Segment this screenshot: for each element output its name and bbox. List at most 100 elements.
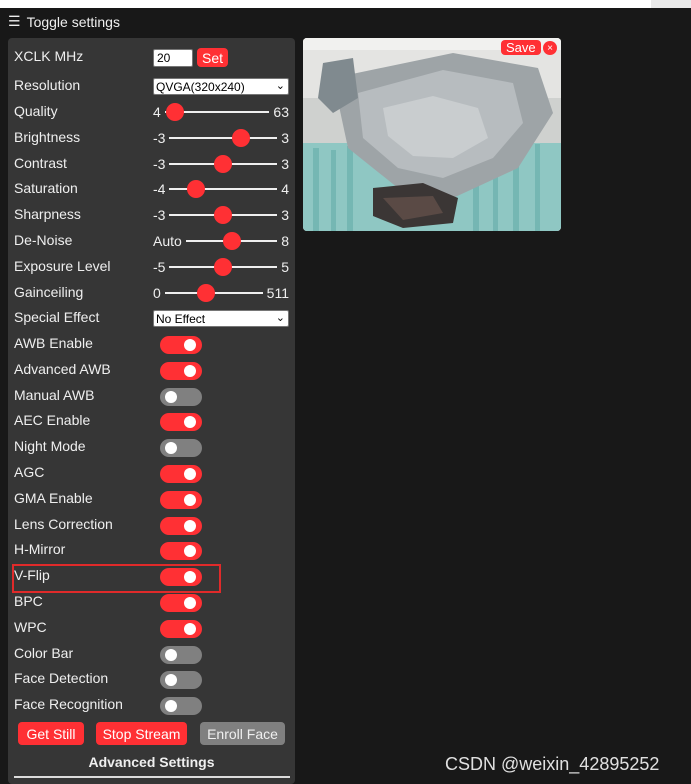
advanced-settings-title[interactable]: Advanced Settings xyxy=(8,754,295,770)
face-recognition-toggle[interactable] xyxy=(160,697,202,715)
denoise-min: Auto xyxy=(153,233,182,249)
toggle-settings-label: Toggle settings xyxy=(26,13,120,30)
special-effect-select[interactable]: No Effect ⌄ xyxy=(153,310,289,327)
brightness-row: Brightness -3 3 xyxy=(14,127,289,149)
night-mode-toggle[interactable] xyxy=(160,439,202,457)
color-bar-row: Color Bar xyxy=(14,643,289,665)
toggle-knob xyxy=(184,520,196,532)
settings-panel: XCLK MHz 20 Set Resolution QVGA(320x240)… xyxy=(8,38,295,784)
saturation-slider[interactable]: -4 4 xyxy=(153,180,289,198)
chevron-down-icon: ⌄ xyxy=(275,80,285,92)
face-detection-toggle[interactable] xyxy=(160,671,202,689)
manual-awb-row: Manual AWB xyxy=(14,385,289,407)
color-bar-toggle[interactable] xyxy=(160,646,202,664)
agc-toggle[interactable] xyxy=(160,465,202,483)
exposure-thumb[interactable] xyxy=(214,258,233,276)
quality-thumb[interactable] xyxy=(166,103,185,121)
sharpness-thumb[interactable] xyxy=(214,206,233,224)
manual-awb-toggle[interactable] xyxy=(160,388,202,406)
exposure-slider[interactable]: -5 5 xyxy=(153,258,289,276)
xclk-input[interactable]: 20 xyxy=(153,49,193,67)
toggle-knob xyxy=(184,597,196,609)
saturation-track[interactable] xyxy=(169,180,278,198)
aec-row: AEC Enable xyxy=(14,410,289,432)
contrast-slider[interactable]: -3 3 xyxy=(153,155,289,173)
sharpness-track[interactable] xyxy=(169,206,278,224)
sharpness-max: 3 xyxy=(281,207,289,223)
gma-toggle[interactable] xyxy=(160,491,202,509)
wpc-toggle[interactable] xyxy=(160,620,202,638)
v-flip-row: V-Flip xyxy=(14,565,289,587)
contrast-track[interactable] xyxy=(169,155,278,173)
bpc-toggle[interactable] xyxy=(160,594,202,612)
bpc-row: BPC xyxy=(14,591,289,613)
quality-label: Quality xyxy=(14,103,58,119)
resolution-select[interactable]: QVGA(320x240) ⌄ xyxy=(153,78,289,95)
aec-toggle[interactable] xyxy=(160,413,202,431)
gainceiling-slider[interactable]: 0 511 xyxy=(153,284,289,302)
night-mode-row: Night Mode xyxy=(14,436,289,458)
denoise-row: De-Noise Auto 8 xyxy=(14,230,289,252)
close-icon[interactable]: × xyxy=(543,41,557,55)
wpc-row: WPC xyxy=(14,617,289,639)
stop-stream-button[interactable]: Stop Stream xyxy=(96,722,187,745)
sharpness-min: -3 xyxy=(153,207,166,223)
brightness-min: -3 xyxy=(153,130,166,146)
brightness-max: 3 xyxy=(281,130,289,146)
face-detection-row: Face Detection xyxy=(14,668,289,690)
brightness-track[interactable] xyxy=(169,129,278,147)
gainceiling-thumb[interactable] xyxy=(196,284,215,302)
hamburger-icon[interactable]: ☰ xyxy=(8,13,21,30)
advanced-awb-toggle[interactable] xyxy=(160,362,202,380)
browser-top-strip xyxy=(0,0,691,8)
aec-label: AEC Enable xyxy=(14,412,91,428)
contrast-thumb[interactable] xyxy=(214,155,233,173)
advanced-settings-divider xyxy=(14,776,290,778)
xclk-row: XCLK MHz 20 Set xyxy=(14,46,289,68)
lens-correction-toggle[interactable] xyxy=(160,517,202,535)
denoise-track[interactable] xyxy=(185,232,278,250)
enroll-face-button[interactable]: Enroll Face xyxy=(200,722,285,745)
toggle-knob xyxy=(165,391,177,403)
v-flip-toggle[interactable] xyxy=(160,568,202,586)
quality-row: Quality 4 63 xyxy=(14,101,289,123)
chevron-down-icon: ⌄ xyxy=(275,312,285,324)
denoise-thumb[interactable] xyxy=(222,232,241,250)
gma-row: GMA Enable xyxy=(14,488,289,510)
special-effect-row: Special Effect No Effect ⌄ xyxy=(14,307,289,329)
special-effect-label: Special Effect xyxy=(14,309,100,325)
brightness-thumb[interactable] xyxy=(232,129,251,147)
save-button[interactable]: Save xyxy=(501,40,541,55)
sharpness-slider[interactable]: -3 3 xyxy=(153,206,289,224)
get-still-button[interactable]: Get Still xyxy=(18,722,84,745)
awb-toggle[interactable] xyxy=(160,336,202,354)
toggle-knob xyxy=(184,416,196,428)
quality-track[interactable] xyxy=(164,103,270,121)
face-recognition-label: Face Recognition xyxy=(14,696,123,712)
toggle-knob xyxy=(184,494,196,506)
night-mode-label: Night Mode xyxy=(14,438,86,454)
manual-awb-label: Manual AWB xyxy=(14,387,95,403)
gainceiling-track[interactable] xyxy=(164,284,263,302)
saturation-max: 4 xyxy=(281,181,289,197)
sharpness-label: Sharpness xyxy=(14,206,81,222)
set-xclk-button[interactable]: Set xyxy=(197,48,229,67)
exposure-track[interactable] xyxy=(169,258,278,276)
bpc-label: BPC xyxy=(14,593,43,609)
denoise-slider[interactable]: Auto 8 xyxy=(153,232,289,250)
toggle-knob xyxy=(184,365,196,377)
exposure-label: Exposure Level xyxy=(14,258,111,274)
exposure-max: 5 xyxy=(281,259,289,275)
toggle-settings-header[interactable]: ☰ Toggle settings xyxy=(8,13,120,30)
toggle-knob xyxy=(184,571,196,583)
awb-label: AWB Enable xyxy=(14,335,93,351)
face-recognition-row: Face Recognition xyxy=(14,694,289,716)
saturation-thumb[interactable] xyxy=(187,180,206,198)
h-mirror-toggle[interactable] xyxy=(160,542,202,560)
quality-min: 4 xyxy=(153,104,161,120)
quality-slider[interactable]: 4 63 xyxy=(153,103,289,121)
contrast-label: Contrast xyxy=(14,155,67,171)
xclk-label: XCLK MHz xyxy=(14,48,84,64)
toggle-knob xyxy=(165,674,177,686)
brightness-slider[interactable]: -3 3 xyxy=(153,129,289,147)
